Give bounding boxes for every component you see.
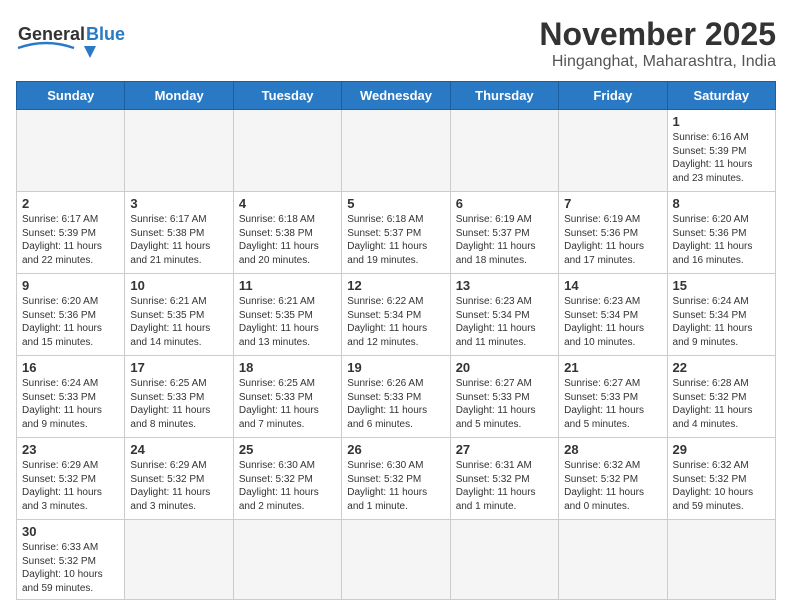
empty-cell — [559, 520, 667, 600]
day-27: 27 Sunrise: 6:31 AM Sunset: 5:32 PM Dayl… — [450, 438, 558, 520]
day-26: 26 Sunrise: 6:30 AM Sunset: 5:32 PM Dayl… — [342, 438, 450, 520]
empty-cell — [559, 110, 667, 192]
day-6: 6 Sunrise: 6:19 AM Sunset: 5:37 PM Dayli… — [450, 192, 558, 274]
header-tuesday: Tuesday — [233, 82, 341, 110]
day-25: 25 Sunrise: 6:30 AM Sunset: 5:32 PM Dayl… — [233, 438, 341, 520]
location-subtitle: Hinganghat, Maharashtra, India — [539, 53, 776, 71]
calendar-table: Sunday Monday Tuesday Wednesday Thursday… — [16, 81, 776, 600]
week-row-6: 30 Sunrise: 6:33 AM Sunset: 5:32 PM Dayl… — [17, 520, 776, 600]
empty-cell — [125, 110, 233, 192]
empty-cell — [342, 520, 450, 600]
title-area: November 2025 Hinganghat, Maharashtra, I… — [539, 16, 776, 71]
logo: General Blue — [16, 16, 126, 64]
day-4: 4 Sunrise: 6:18 AM Sunset: 5:38 PM Dayli… — [233, 192, 341, 274]
day-13: 13 Sunrise: 6:23 AM Sunset: 5:34 PM Dayl… — [450, 274, 558, 356]
day-21: 21 Sunrise: 6:27 AM Sunset: 5:33 PM Dayl… — [559, 356, 667, 438]
week-row-4: 16 Sunrise: 6:24 AM Sunset: 5:33 PM Dayl… — [17, 356, 776, 438]
day-12: 12 Sunrise: 6:22 AM Sunset: 5:34 PM Dayl… — [342, 274, 450, 356]
header-friday: Friday — [559, 82, 667, 110]
day-22: 22 Sunrise: 6:28 AM Sunset: 5:32 PM Dayl… — [667, 356, 775, 438]
header-monday: Monday — [125, 82, 233, 110]
day-7: 7 Sunrise: 6:19 AM Sunset: 5:36 PM Dayli… — [559, 192, 667, 274]
day-20: 20 Sunrise: 6:27 AM Sunset: 5:33 PM Dayl… — [450, 356, 558, 438]
day-23: 23 Sunrise: 6:29 AM Sunset: 5:32 PM Dayl… — [17, 438, 125, 520]
day-8: 8 Sunrise: 6:20 AM Sunset: 5:36 PM Dayli… — [667, 192, 775, 274]
month-title: November 2025 — [539, 16, 776, 53]
week-row-2: 2 Sunrise: 6:17 AM Sunset: 5:39 PM Dayli… — [17, 192, 776, 274]
day-29: 29 Sunrise: 6:32 AM Sunset: 5:32 PM Dayl… — [667, 438, 775, 520]
day-15: 15 Sunrise: 6:24 AM Sunset: 5:34 PM Dayl… — [667, 274, 775, 356]
day-9: 9 Sunrise: 6:20 AM Sunset: 5:36 PM Dayli… — [17, 274, 125, 356]
header-saturday: Saturday — [667, 82, 775, 110]
svg-text:Blue: Blue — [86, 24, 125, 44]
header-thursday: Thursday — [450, 82, 558, 110]
empty-cell — [667, 520, 775, 600]
day-5: 5 Sunrise: 6:18 AM Sunset: 5:37 PM Dayli… — [342, 192, 450, 274]
week-row-5: 23 Sunrise: 6:29 AM Sunset: 5:32 PM Dayl… — [17, 438, 776, 520]
empty-cell — [450, 110, 558, 192]
day-28: 28 Sunrise: 6:32 AM Sunset: 5:32 PM Dayl… — [559, 438, 667, 520]
empty-cell — [17, 110, 125, 192]
weekday-header-row: Sunday Monday Tuesday Wednesday Thursday… — [17, 82, 776, 110]
day-10: 10 Sunrise: 6:21 AM Sunset: 5:35 PM Dayl… — [125, 274, 233, 356]
day-19: 19 Sunrise: 6:26 AM Sunset: 5:33 PM Dayl… — [342, 356, 450, 438]
week-row-3: 9 Sunrise: 6:20 AM Sunset: 5:36 PM Dayli… — [17, 274, 776, 356]
header-wednesday: Wednesday — [342, 82, 450, 110]
day-17: 17 Sunrise: 6:25 AM Sunset: 5:33 PM Dayl… — [125, 356, 233, 438]
day-1: 1 Sunrise: 6:16 AM Sunset: 5:39 PM Dayli… — [667, 110, 775, 192]
empty-cell — [233, 520, 341, 600]
day-18: 18 Sunrise: 6:25 AM Sunset: 5:33 PM Dayl… — [233, 356, 341, 438]
svg-text:General: General — [18, 24, 85, 44]
empty-cell — [342, 110, 450, 192]
page-header: General Blue November 2025 Hinganghat, M… — [16, 16, 776, 71]
empty-cell — [233, 110, 341, 192]
day-16: 16 Sunrise: 6:24 AM Sunset: 5:33 PM Dayl… — [17, 356, 125, 438]
day-11: 11 Sunrise: 6:21 AM Sunset: 5:35 PM Dayl… — [233, 274, 341, 356]
day-30: 30 Sunrise: 6:33 AM Sunset: 5:32 PM Dayl… — [17, 520, 125, 600]
day-2: 2 Sunrise: 6:17 AM Sunset: 5:39 PM Dayli… — [17, 192, 125, 274]
day-3: 3 Sunrise: 6:17 AM Sunset: 5:38 PM Dayli… — [125, 192, 233, 274]
day-24: 24 Sunrise: 6:29 AM Sunset: 5:32 PM Dayl… — [125, 438, 233, 520]
day-14: 14 Sunrise: 6:23 AM Sunset: 5:34 PM Dayl… — [559, 274, 667, 356]
empty-cell — [450, 520, 558, 600]
header-sunday: Sunday — [17, 82, 125, 110]
logo-svg: General Blue — [16, 16, 126, 64]
week-row-1: 1 Sunrise: 6:16 AM Sunset: 5:39 PM Dayli… — [17, 110, 776, 192]
empty-cell — [125, 520, 233, 600]
